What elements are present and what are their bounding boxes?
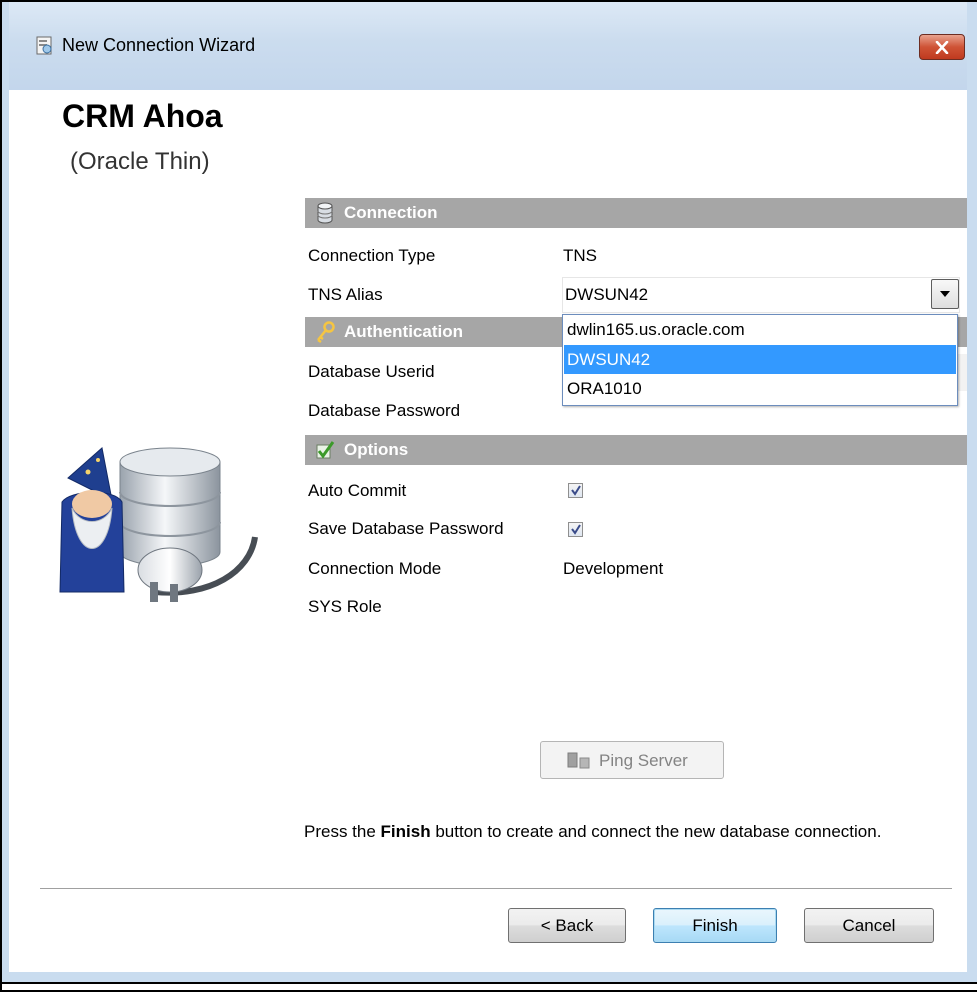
window-border — [0, 0, 977, 992]
wizard-window: New Connection Wizard CRM Ahoa (Oracle T… — [0, 0, 977, 992]
